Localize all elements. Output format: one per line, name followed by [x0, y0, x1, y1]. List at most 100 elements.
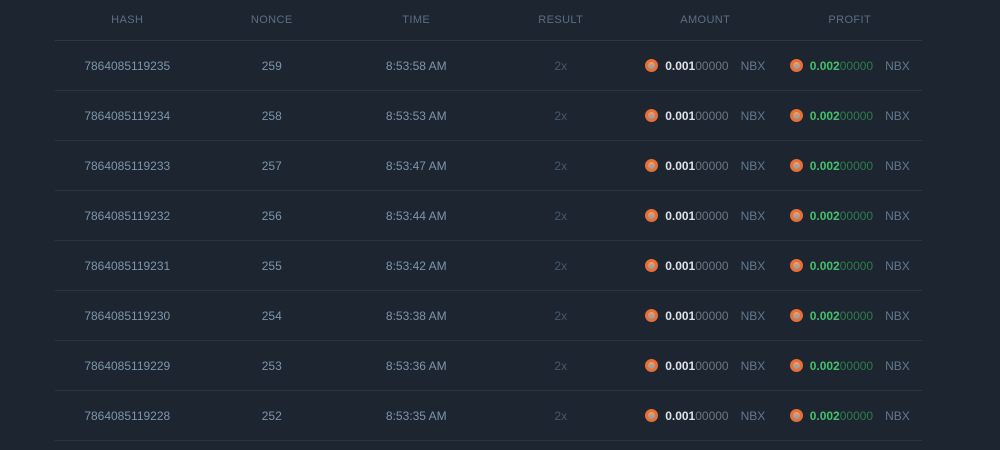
amount-cell: 0.00100000 NBX — [633, 209, 778, 223]
amount-cell: 0.00100000 NBX — [633, 259, 778, 273]
result-cell: 2x — [554, 258, 568, 273]
amount-value: 0.00100000 — [665, 359, 728, 373]
amount-value: 0.00100000 — [665, 259, 728, 273]
coin-icon — [789, 409, 803, 422]
profit-currency: NBX — [885, 308, 910, 323]
profit-value: 0.00200000 — [810, 159, 873, 173]
profit-main: 0.002 — [809, 308, 840, 323]
amount-value: 0.00100000 — [665, 109, 728, 123]
profit-cell: 0.00200000 NBX — [778, 409, 923, 423]
result-cell: 2x — [554, 208, 568, 223]
profit-zeros: 00000 — [839, 358, 874, 373]
result-cell: 2x — [554, 158, 568, 173]
profit-value: 0.00200000 — [810, 259, 873, 273]
column-header-profit: PROFIT — [828, 14, 872, 26]
profit-value: 0.00200000 — [810, 109, 873, 123]
time-cell: 8:53:35 AM — [385, 408, 447, 423]
coin-icon — [645, 109, 659, 122]
table-row[interactable]: 7864085119235 259 8:53:58 AM 2x 0.001000… — [55, 41, 922, 91]
amount-cell: 0.00100000 NBX — [633, 109, 778, 123]
profit-currency: NBX — [885, 358, 910, 373]
table-row[interactable]: 7864085119232 256 8:53:44 AM 2x 0.001000… — [55, 191, 922, 241]
hash-cell: 7864085119228 — [84, 408, 171, 423]
profit-cell: 0.00200000 NBX — [778, 309, 923, 323]
nonce-cell: 257 — [261, 158, 282, 173]
amount-main: 0.001 — [665, 158, 696, 173]
hash-cell: 7864085119229 — [84, 358, 171, 373]
amount-currency: NBX — [740, 58, 766, 73]
amount-zeros: 00000 — [695, 308, 729, 323]
time-cell: 8:53:38 AM — [385, 308, 447, 323]
profit-cell: 0.00200000 NBX — [778, 109, 923, 123]
bet-history-table: HASH NONCE TIME RESULT AMOUNT PROFIT 786… — [55, 0, 922, 441]
table-header-row: HASH NONCE TIME RESULT AMOUNT PROFIT — [55, 0, 922, 41]
profit-zeros: 00000 — [839, 58, 874, 73]
time-cell: 8:53:53 AM — [385, 108, 447, 123]
amount-value: 0.00100000 — [665, 409, 728, 423]
column-header-nonce: NONCE — [250, 14, 293, 26]
amount-zeros: 00000 — [695, 108, 729, 123]
profit-main: 0.002 — [809, 258, 840, 273]
hash-cell: 7864085119234 — [84, 108, 171, 123]
hash-cell: 7864085119230 — [84, 308, 171, 323]
amount-main: 0.001 — [665, 58, 696, 73]
result-cell: 2x — [554, 308, 568, 323]
table-row[interactable]: 7864085119230 254 8:53:38 AM 2x 0.001000… — [55, 291, 922, 341]
result-cell: 2x — [554, 58, 568, 73]
coin-icon — [789, 309, 803, 322]
time-cell: 8:53:44 AM — [385, 208, 447, 223]
result-cell: 2x — [554, 358, 568, 373]
profit-main: 0.002 — [809, 58, 840, 73]
amount-cell: 0.00100000 NBX — [633, 309, 778, 323]
table-row[interactable]: 7864085119234 258 8:53:53 AM 2x 0.001000… — [55, 91, 922, 141]
nonce-cell: 255 — [261, 258, 282, 273]
column-header-hash: HASH — [111, 14, 144, 26]
profit-cell: 0.00200000 NBX — [778, 359, 923, 373]
time-cell: 8:53:47 AM — [385, 158, 447, 173]
hash-cell: 7864085119235 — [84, 58, 171, 73]
hash-cell: 7864085119231 — [84, 258, 171, 273]
amount-value: 0.00100000 — [665, 309, 728, 323]
amount-currency: NBX — [740, 108, 766, 123]
amount-currency: NBX — [740, 258, 766, 273]
profit-cell: 0.00200000 NBX — [778, 59, 923, 73]
amount-value: 0.00100000 — [665, 209, 728, 223]
coin-icon — [645, 59, 659, 72]
result-cell: 2x — [554, 108, 568, 123]
amount-main: 0.001 — [665, 308, 696, 323]
profit-zeros: 00000 — [839, 158, 874, 173]
amount-zeros: 00000 — [695, 258, 729, 273]
amount-value: 0.00100000 — [665, 159, 728, 173]
amount-zeros: 00000 — [695, 158, 729, 173]
profit-value: 0.00200000 — [810, 59, 873, 73]
profit-main: 0.002 — [809, 358, 840, 373]
result-cell: 2x — [554, 408, 568, 423]
coin-icon — [645, 159, 659, 172]
amount-cell: 0.00100000 NBX — [633, 359, 778, 373]
amount-zeros: 00000 — [695, 58, 729, 73]
profit-cell: 0.00200000 NBX — [778, 209, 923, 223]
amount-main: 0.001 — [665, 108, 696, 123]
column-header-amount: AMOUNT — [680, 14, 731, 26]
coin-icon — [645, 359, 659, 372]
table-row[interactable]: 7864085119231 255 8:53:42 AM 2x 0.001000… — [55, 241, 922, 291]
table-body: 7864085119235 259 8:53:58 AM 2x 0.001000… — [55, 41, 922, 441]
coin-icon — [645, 309, 659, 322]
table-row[interactable]: 7864085119229 253 8:53:36 AM 2x 0.001000… — [55, 341, 922, 391]
amount-value: 0.00100000 — [665, 59, 728, 73]
amount-currency: NBX — [740, 208, 766, 223]
table-row[interactable]: 7864085119233 257 8:53:47 AM 2x 0.001000… — [55, 141, 922, 191]
profit-zeros: 00000 — [839, 408, 874, 423]
amount-main: 0.001 — [665, 408, 696, 423]
profit-value: 0.00200000 — [810, 359, 873, 373]
coin-icon — [789, 359, 803, 372]
profit-main: 0.002 — [809, 158, 840, 173]
amount-cell: 0.00100000 NBX — [633, 59, 778, 73]
nonce-cell: 256 — [261, 208, 282, 223]
column-header-result: RESULT — [538, 14, 584, 26]
profit-zeros: 00000 — [839, 308, 874, 323]
nonce-cell: 252 — [261, 408, 282, 423]
profit-currency: NBX — [885, 158, 910, 173]
profit-main: 0.002 — [809, 108, 840, 123]
table-row[interactable]: 7864085119228 252 8:53:35 AM 2x 0.001000… — [55, 391, 922, 441]
